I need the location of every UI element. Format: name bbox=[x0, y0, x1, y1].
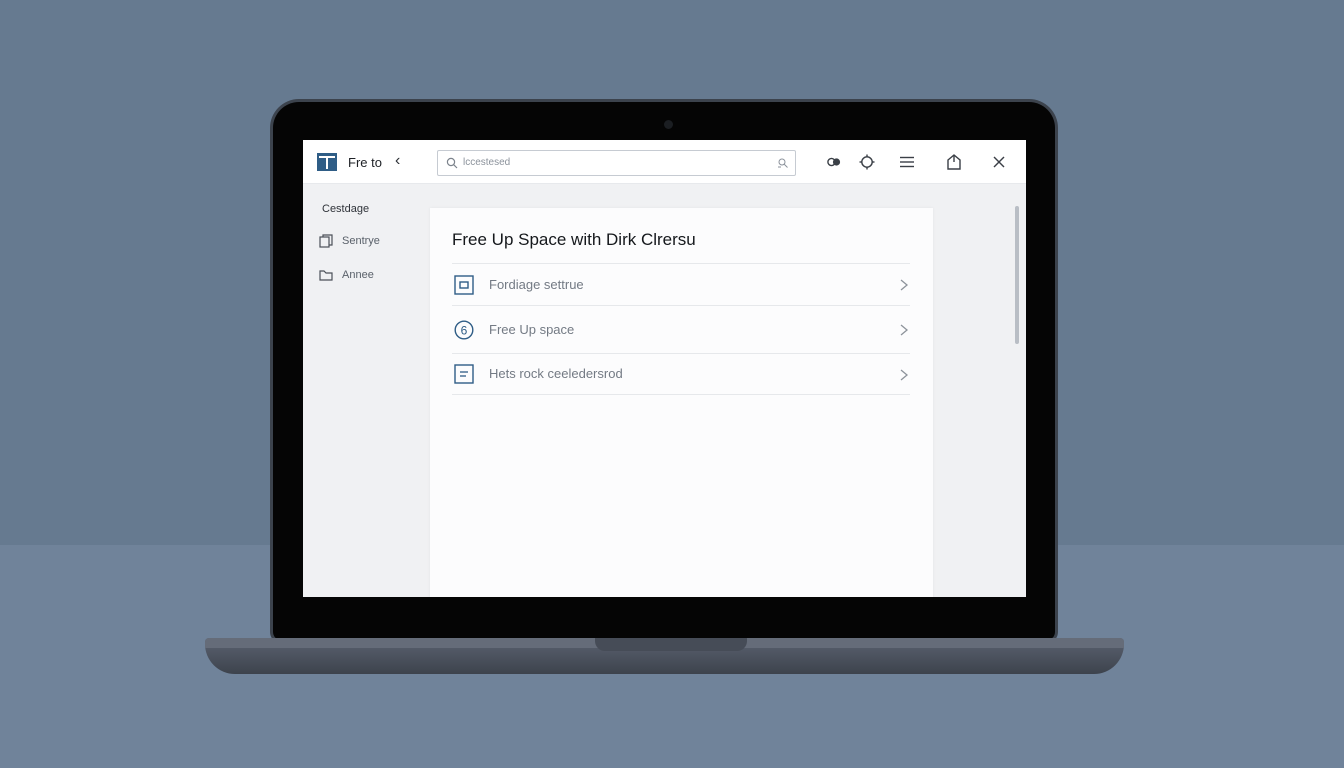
list-item-label: Hets rock ceeledersrod bbox=[489, 366, 623, 381]
list-item-label: Free Up space bbox=[489, 322, 575, 337]
laptop-notch bbox=[595, 638, 747, 651]
search-input[interactable]: lccestesed bbox=[463, 157, 510, 168]
cleanup-icon: 6 bbox=[454, 320, 474, 340]
app-window: Fre to ‹ lccestesed Cestdage Sentrye Ann… bbox=[303, 140, 1026, 597]
list-item-free-up-space[interactable]: 6 Free Up space bbox=[452, 305, 910, 353]
search-options-icon[interactable] bbox=[777, 157, 789, 169]
search-bar[interactable]: lccestesed bbox=[437, 150, 796, 176]
content-panel: Free Up Space with Dirk Clrersu Fordiage… bbox=[430, 208, 933, 597]
square-icon bbox=[454, 275, 474, 295]
toggle-icon[interactable] bbox=[825, 153, 843, 171]
sidebar-item-annee[interactable]: Annee bbox=[319, 265, 415, 285]
sidebar-heading: Cestdage bbox=[322, 203, 370, 215]
svg-text:6: 6 bbox=[461, 324, 468, 338]
gear-icon[interactable] bbox=[858, 153, 876, 171]
copy-icon bbox=[319, 234, 333, 248]
sidebar: Cestdage Sentrye Annee bbox=[303, 185, 423, 597]
app-title: Fre to bbox=[348, 155, 382, 170]
sidebar-item-sentrye[interactable]: Sentrye bbox=[319, 231, 415, 251]
menu-icon[interactable] bbox=[898, 153, 916, 171]
chevron-right-icon bbox=[900, 279, 909, 291]
chevron-right-icon bbox=[900, 369, 909, 381]
list-item-label: Fordiage settrue bbox=[489, 277, 584, 292]
title-bar: Fre to ‹ lccestesed bbox=[303, 140, 1026, 184]
share-icon[interactable] bbox=[945, 153, 963, 171]
folder-icon bbox=[319, 270, 333, 281]
list-item-fordiage-settrue[interactable]: Fordiage settrue bbox=[452, 263, 910, 305]
search-icon bbox=[446, 157, 458, 169]
sidebar-item-label: Sentrye bbox=[342, 235, 380, 247]
document-icon bbox=[454, 364, 474, 384]
sidebar-item-label: Annee bbox=[342, 269, 374, 281]
close-icon[interactable] bbox=[990, 153, 1008, 171]
chevron-right-icon bbox=[900, 324, 909, 336]
back-button[interactable]: ‹ bbox=[395, 152, 400, 170]
page-title: Free Up Space with Dirk Clrersu bbox=[452, 230, 696, 249]
list-item-hets-rock[interactable]: Hets rock ceeledersrod bbox=[452, 353, 910, 395]
webcam bbox=[664, 120, 673, 129]
scrollbar[interactable] bbox=[1015, 206, 1019, 344]
app-logo-icon bbox=[317, 153, 337, 171]
